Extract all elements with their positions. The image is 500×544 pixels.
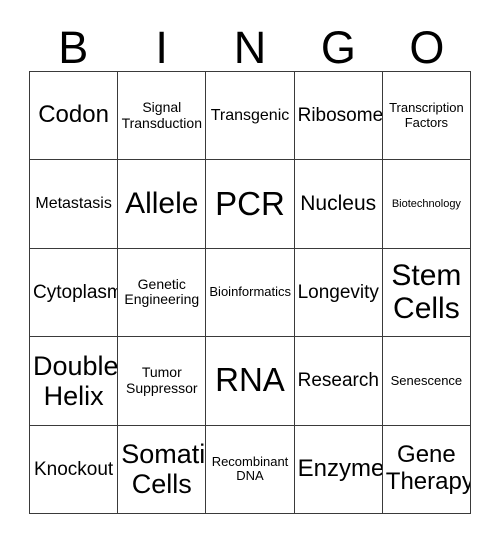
bingo-cell-label: Allele — [125, 187, 199, 221]
bingo-cell-r4c2[interactable]: Tumor Suppressor — [118, 337, 207, 426]
bingo-cell-label: Recombinant DNA — [211, 453, 289, 484]
bingo-cell-label: Genetic Engineering — [124, 275, 200, 308]
bingo-cell-r2c5[interactable]: Biotechnology — [382, 160, 471, 249]
bingo-cell-r3c5[interactable]: Stem Cells — [382, 248, 471, 338]
bingo-cell-label: Codon — [38, 101, 109, 129]
bingo-cell-label: Longevity — [297, 281, 379, 303]
bingo-header-letter-g: G — [320, 22, 356, 73]
bingo-header-letter-i: I — [155, 22, 168, 73]
bingo-header-letter-o: O — [409, 22, 445, 73]
bingo-cell-r4c4[interactable]: Research — [294, 337, 383, 426]
bingo-cell-r3c1[interactable]: Cytoplasm — [30, 248, 119, 338]
bingo-cell-label: Double Helix — [33, 350, 119, 411]
bingo-cell-r2c1[interactable]: Metastasis — [30, 160, 119, 249]
bingo-cell-label: Gene Therapy — [385, 441, 471, 496]
bingo-cell-r1c5[interactable]: Transcription Factors — [382, 72, 471, 161]
bingo-cell-label: Research — [297, 370, 379, 392]
bingo-card: B I N G O Codon Signal Transduction Tran… — [0, 0, 500, 544]
bingo-cell-r3c3[interactable]: Bioinformatics — [206, 248, 295, 338]
bingo-grid: Codon Signal Transduction Transgenic Rib… — [29, 71, 471, 514]
bingo-header-row: B I N G O — [29, 14, 471, 71]
bingo-cell-label: PCR — [215, 184, 285, 222]
bingo-cell-label: Nucleus — [300, 192, 377, 216]
bingo-cell-label: RNA — [215, 361, 285, 399]
bingo-cell-r3c2[interactable]: Genetic Engineering — [118, 248, 207, 338]
bingo-cell-r2c4[interactable]: Nucleus — [294, 160, 383, 249]
bingo-cell-r4c1[interactable]: Double Helix — [30, 337, 119, 426]
bingo-header-letter-n: N — [233, 22, 267, 73]
bingo-cell-label: Ribosome — [297, 105, 383, 127]
bingo-cell-r5c3[interactable]: Recombinant DNA — [206, 425, 295, 514]
bingo-cell-r5c5[interactable]: Gene Therapy — [382, 425, 471, 514]
bingo-cell-label: Stem Cells — [391, 258, 462, 326]
bingo-cell-r1c1[interactable]: Codon — [30, 72, 119, 161]
bingo-cell-label: Transcription Factors — [389, 100, 464, 130]
bingo-cell-r1c4[interactable]: Ribosome — [294, 72, 383, 161]
bingo-cell-r3c4[interactable]: Longevity — [294, 248, 383, 338]
bingo-cell-label: Senescence — [390, 372, 463, 388]
bingo-cell-r2c3[interactable]: PCR — [206, 160, 295, 249]
bingo-cell-label: Somatic Cells — [121, 439, 206, 500]
bingo-cell-r2c2[interactable]: Allele — [118, 160, 207, 249]
bingo-cell-r1c3[interactable]: Transgenic — [206, 72, 295, 161]
bingo-cell-label: Tumor Suppressor — [125, 364, 198, 396]
bingo-cell-r5c4[interactable]: Enzyme — [294, 425, 383, 514]
bingo-cell-r5c2[interactable]: Somatic Cells — [118, 425, 207, 514]
bingo-cell-label: Signal Transduction — [121, 99, 202, 131]
bingo-cell-r5c1[interactable]: Knockout — [30, 425, 119, 514]
bingo-cell-r1c2[interactable]: Signal Transduction — [118, 72, 207, 161]
bingo-cell-r4c5[interactable]: Senescence — [382, 337, 471, 426]
bingo-cell-label: Bioinformatics — [209, 284, 292, 300]
bingo-header-letter-b: B — [58, 22, 89, 73]
bingo-cell-label: Biotechnology — [391, 197, 461, 210]
bingo-cell-label: Knockout — [33, 458, 114, 480]
bingo-cell-label: Cytoplasm — [33, 281, 119, 303]
bingo-cell-r4c3[interactable]: RNA — [206, 337, 295, 426]
bingo-cell-label: Transgenic — [210, 106, 290, 124]
bingo-cell-label: Enzyme — [297, 454, 383, 482]
bingo-cell-label: Metastasis — [35, 195, 112, 213]
